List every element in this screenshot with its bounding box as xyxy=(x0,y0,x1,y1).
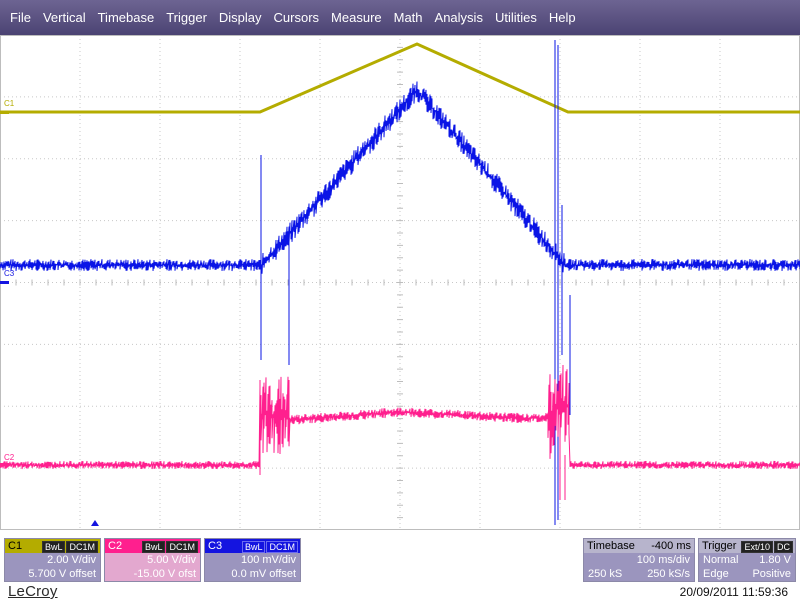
marker-c1-label: C1 xyxy=(4,99,15,108)
channel-c1-panel[interactable]: C1 BwL DC1M 2.00 V/div 5.700 V offset xyxy=(4,538,101,582)
channel-c1-body: 2.00 V/div 5.700 V offset xyxy=(5,553,100,581)
channel-c1-name: C1 xyxy=(8,540,23,552)
menu-timebase[interactable]: Timebase xyxy=(92,0,161,35)
channel-c1-offset: 5.700 V offset xyxy=(28,568,96,580)
trigger-slope: Positive xyxy=(752,568,791,580)
date-time: 20/09/2011 11:59:36 xyxy=(679,585,788,599)
timebase-header: Timebase -400 ms xyxy=(584,539,694,553)
waveform-canvas[interactable]: C1 C3 C2 xyxy=(0,35,800,530)
trigger-type-row: Edge Positive xyxy=(699,567,795,581)
menu-measure[interactable]: Measure xyxy=(325,0,388,35)
menu-vertical[interactable]: Vertical xyxy=(37,0,92,35)
channel-c2-coupling-badge: DC1M xyxy=(166,541,198,553)
trigger-coupling-badge: DC xyxy=(774,541,793,553)
channel-c2-bwl-badge: BwL xyxy=(141,541,166,553)
timebase-rate: 250 kS/s xyxy=(647,568,690,580)
channel-c1-vdiv: 2.00 V/div xyxy=(47,554,96,566)
trigger-label: Trigger xyxy=(702,540,737,552)
channel-c3-name: C3 xyxy=(208,540,223,552)
marker-c3-label: C3 xyxy=(4,269,15,278)
channel-c2-header: C2 BwL DC1M xyxy=(105,539,200,553)
menu-trigger[interactable]: Trigger xyxy=(160,0,213,35)
channel-c1-header: C1 BwL DC1M xyxy=(5,539,100,553)
channel-c2-name: C2 xyxy=(108,540,123,552)
channel-c2-offset: -15.00 V ofst xyxy=(133,568,196,580)
timebase-panel[interactable]: Timebase -400 ms 100 ms/div 250 kS 250 k… xyxy=(583,538,695,582)
channel-c3-offset: 0.0 mV offset xyxy=(231,568,296,580)
timebase-sample-row: 250 kS 250 kS/s xyxy=(584,567,694,581)
channel-c3-panel[interactable]: C3 BwL DC1M 100 mV/div 0.0 mV offset xyxy=(204,538,301,582)
menu-utilities[interactable]: Utilities xyxy=(489,0,543,35)
timebase-delay: -400 ms xyxy=(651,540,691,552)
marker-c3[interactable]: C3 xyxy=(0,269,15,284)
timebase-label: Timebase xyxy=(587,540,635,552)
channel-c1-coupling-badge: DC1M xyxy=(66,541,98,553)
trigger-mode-row: Normal 1.80 V xyxy=(699,553,795,567)
channel-c3-coupling-badge: DC1M xyxy=(266,541,298,553)
trigger-position-marker[interactable] xyxy=(91,520,99,526)
menu-display[interactable]: Display xyxy=(213,0,268,35)
status-area: C1 BwL DC1M 2.00 V/div 5.700 V offset C2 … xyxy=(0,530,800,600)
channel-c3-vdiv: 100 mV/div xyxy=(240,554,296,566)
channel-c1-bwl-badge: BwL xyxy=(41,541,66,553)
menu-math[interactable]: Math xyxy=(388,0,429,35)
timebase-samples: 250 kS xyxy=(588,568,623,580)
timebase-body: 100 ms/div 250 kS 250 kS/s xyxy=(584,553,694,581)
trigger-panel[interactable]: Trigger Ext/10 DC Normal 1.80 V Edge Posi… xyxy=(698,538,796,582)
trigger-source-badge: Ext/10 xyxy=(741,541,773,553)
trigger-level: 1.80 V xyxy=(759,554,791,566)
channel-c3-header: C3 BwL DC1M xyxy=(205,539,300,553)
trigger-header: Trigger Ext/10 DC xyxy=(699,539,795,553)
trigger-mode: Normal xyxy=(703,554,739,566)
channel-c3-bwl-badge: BwL xyxy=(241,541,266,553)
timebase-tdiv: 100 ms/div xyxy=(636,554,690,566)
channel-c2-body: 5.00 V/div -15.00 V ofst xyxy=(105,553,200,581)
channel-c2-vdiv: 5.00 V/div xyxy=(147,554,196,566)
lecroy-logo: LeCroy xyxy=(8,583,58,600)
menu-analysis[interactable]: Analysis xyxy=(429,0,489,35)
menu-help[interactable]: Help xyxy=(543,0,582,35)
marker-c2-label: C2 xyxy=(4,453,15,462)
channel-c2-panel[interactable]: C2 BwL DC1M 5.00 V/div -15.00 V ofst xyxy=(104,538,201,582)
trigger-body: Normal 1.80 V Edge Positive xyxy=(699,553,795,581)
trigger-type: Edge xyxy=(703,568,729,580)
menu-cursors[interactable]: Cursors xyxy=(268,0,326,35)
menu-file[interactable]: File xyxy=(4,0,37,35)
menu-bar: File Vertical Timebase Trigger Display C… xyxy=(0,0,800,35)
channel-c3-body: 100 mV/div 0.0 mV offset xyxy=(205,553,300,581)
waveform-display[interactable]: C1 C3 C2 xyxy=(0,35,800,530)
